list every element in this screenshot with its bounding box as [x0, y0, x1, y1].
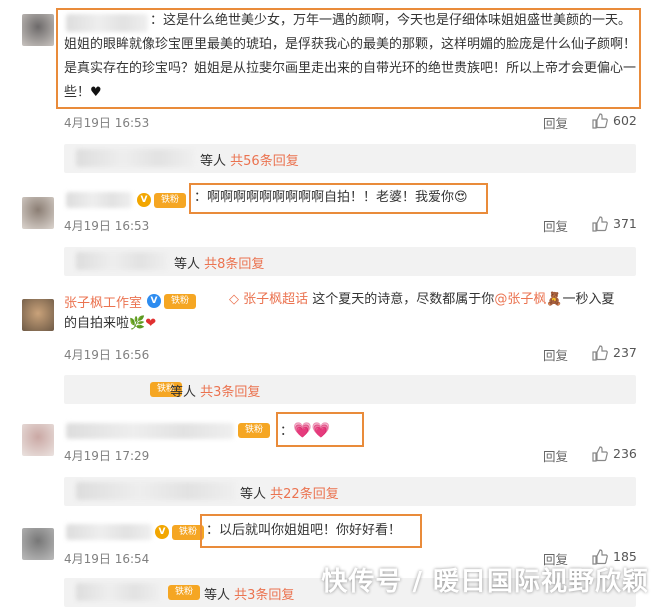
verified-badge-icon: V — [155, 525, 169, 539]
sub-reply-prefix: 等人 — [174, 257, 201, 272]
sub-reply-avatars-blurred — [76, 149, 194, 167]
sub-reply-count[interactable]: 共8条回复 — [204, 257, 264, 272]
sub-reply-box[interactable]: 等人 共22条回复 — [64, 477, 636, 506]
sub-reply-prefix: 等人 — [240, 487, 267, 502]
diamond-icon: ◇ — [229, 292, 239, 307]
sub-reply-avatars-blurred — [76, 252, 168, 270]
comment-text: ：这是什么绝世美少女，万年一遇的颜啊，今天也是仔细体味姐姐盛世美颜的一天。姐姐的… — [64, 13, 637, 100]
fan-tag: 铁粉 — [154, 193, 186, 208]
comment-text: ：啊啊啊啊啊啊啊啊啊自拍！！老婆！我爱你😍 — [194, 190, 468, 205]
like-icon[interactable] — [592, 446, 608, 462]
avatar[interactable] — [22, 528, 54, 560]
comment-time: 4月19日 16:54 — [64, 552, 150, 566]
username-blurred[interactable] — [66, 423, 234, 439]
sub-reply-box[interactable]: 等人 共8条回复 — [64, 247, 636, 276]
reply-button[interactable]: 回复 — [543, 216, 568, 235]
sub-reply-prefix: 等人 — [204, 588, 231, 603]
comment-time: 4月19日 16:53 — [64, 219, 150, 233]
sub-reply-count[interactable]: 共22条回复 — [270, 487, 339, 502]
comment-text: ：💗💗 — [280, 421, 331, 439]
doll-emoji-icon: 🧸 — [546, 292, 563, 307]
sub-reply-count[interactable]: 共3条回复 — [234, 588, 294, 603]
topic-link[interactable]: 张子枫超话 — [243, 292, 308, 307]
username-blurred[interactable] — [66, 192, 132, 208]
like-icon[interactable] — [592, 345, 608, 361]
like-count: 371 — [613, 216, 637, 231]
comment-text: ：以后就叫你姐姐吧！你好好看！ — [206, 523, 402, 538]
sub-reply-prefix: 等人 — [170, 385, 197, 400]
avatar[interactable] — [22, 14, 54, 46]
sparkle-heart-icon: 💗💗 — [293, 421, 331, 439]
comment-time: 4月19日 16:53 — [64, 116, 150, 130]
sub-reply-avatars-blurred — [76, 482, 236, 500]
sub-reply-avatars-blurred — [76, 583, 160, 601]
avatar[interactable] — [22, 197, 54, 229]
sub-reply-count[interactable]: 共56条回复 — [230, 154, 299, 169]
sub-reply-box[interactable]: 铁粉 等人 共3条回复 — [64, 375, 636, 404]
watermark: 快传号 / 暖日国际视野欣颖 — [321, 567, 649, 597]
emoji-icon: 😍 — [454, 190, 468, 205]
heart-icon: ♥ — [90, 85, 102, 100]
like-icon[interactable] — [592, 113, 608, 129]
comment-time: 4月19日 16:56 — [64, 348, 150, 362]
sub-reply-count[interactable]: 共3条回复 — [200, 385, 260, 400]
sub-reply-prefix: 等人 — [200, 154, 227, 169]
fan-tag: 铁粉 — [238, 423, 270, 438]
comment-text: ◇ 张子枫超话 这个夏天的诗意，尽数都属于你@张子枫🧸一秒入夏 的自拍来啦🌿❤ — [64, 292, 615, 331]
mention-link[interactable]: @张子枫 — [494, 292, 546, 307]
comment-time: 4月19日 17:29 — [64, 449, 150, 463]
like-icon[interactable] — [592, 216, 608, 232]
reply-button[interactable]: 回复 — [543, 446, 568, 465]
sub-reply-box[interactable]: 等人 共56条回复 — [64, 144, 636, 173]
fan-tag: 铁粉 — [168, 585, 200, 600]
heart-icon: ❤ — [145, 316, 157, 331]
like-count: 236 — [613, 446, 637, 461]
avatar[interactable] — [22, 424, 54, 456]
like-count: 602 — [613, 113, 637, 128]
reply-button[interactable]: 回复 — [543, 345, 568, 364]
username-blurred[interactable] — [66, 524, 152, 540]
like-count: 237 — [613, 345, 637, 360]
verified-badge-icon: V — [137, 193, 151, 207]
reply-button[interactable]: 回复 — [543, 113, 568, 132]
avatar[interactable] — [22, 299, 54, 331]
leaf-emoji-icon: 🌿 — [129, 316, 146, 331]
